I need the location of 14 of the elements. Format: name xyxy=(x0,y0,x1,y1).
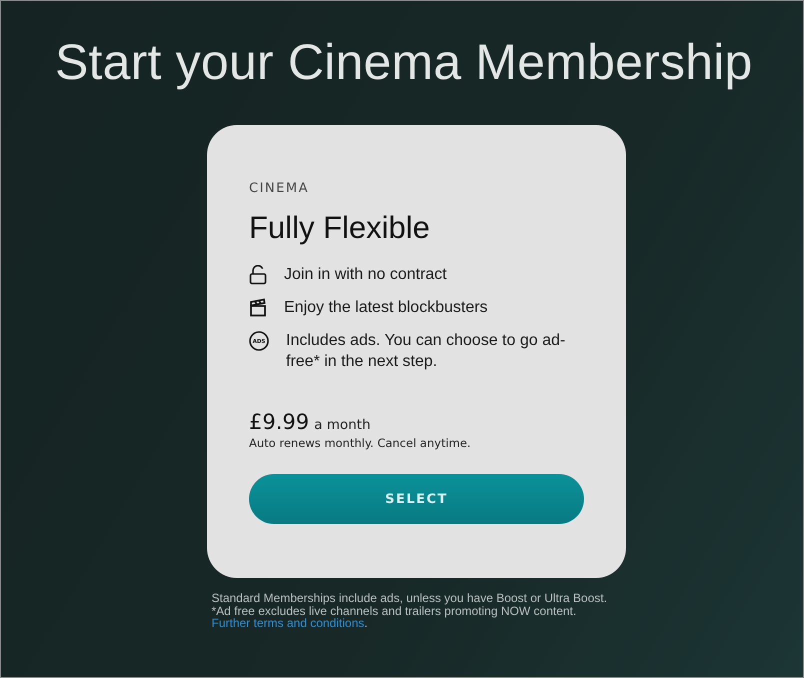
select-button[interactable]: SELECT xyxy=(249,474,584,524)
padlock-icon xyxy=(249,265,267,285)
feature-text: Enjoy the latest blockbusters xyxy=(284,298,489,318)
feature-text: Includes ads. You can choose to go ad-free* in the next step. xyxy=(286,331,566,372)
terms-link[interactable]: Further terms and conditions xyxy=(212,616,364,630)
page-title: Start your Cinema Membership xyxy=(54,33,753,91)
price-period: a month xyxy=(314,417,371,433)
feature-text: Join in with no contract xyxy=(284,265,448,285)
footnote: Standard Memberships include ads, unless you have Boost or Ultra Boost. *Ad free excludes live channels and trailers promoting NOW content. Further terms and conditions. xyxy=(212,592,608,630)
renewal-note: Auto renews monthly. Cancel anytime. xyxy=(249,436,471,450)
plan-category: CINEMA xyxy=(249,181,309,196)
price: £9.99 xyxy=(249,410,310,434)
plan-name: Fully Flexible xyxy=(249,210,430,246)
clapperboard-icon xyxy=(249,298,267,317)
